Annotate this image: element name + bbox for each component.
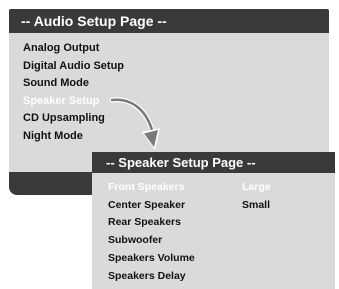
- menu-item-front-speakers[interactable]: Front Speakers: [108, 179, 242, 197]
- menu-item-speakers-volume[interactable]: Speakers Volume: [108, 250, 242, 268]
- speaker-setup-menu: Front Speakers Center Speaker Rear Speak…: [92, 173, 335, 289]
- menu-item-digital-audio-setup[interactable]: Digital Audio Setup: [23, 58, 329, 76]
- speaker-setup-page: -- Speaker Setup Page -- Front Speakers …: [92, 152, 335, 289]
- menu-item-sound-mode[interactable]: Sound Mode: [23, 75, 329, 93]
- speaker-setup-items: Front Speakers Center Speaker Rear Speak…: [108, 179, 242, 289]
- menu-item-subwoofer[interactable]: Subwoofer: [108, 232, 242, 250]
- menu-item-cd-upsampling[interactable]: CD Upsampling: [23, 110, 329, 128]
- menu-item-speaker-setup[interactable]: Speaker Setup: [23, 93, 329, 111]
- audio-setup-title: -- Audio Setup Page --: [9, 9, 329, 33]
- menu-item-rear-speakers[interactable]: Rear Speakers: [108, 214, 242, 232]
- menu-item-analog-output[interactable]: Analog Output: [23, 40, 329, 58]
- menu-item-center-speaker[interactable]: Center Speaker: [108, 197, 242, 215]
- speaker-setup-title: -- Speaker Setup Page --: [92, 152, 335, 173]
- menu-item-night-mode[interactable]: Night Mode: [23, 128, 329, 146]
- option-large[interactable]: Large: [242, 179, 335, 197]
- option-small[interactable]: Small: [242, 197, 335, 215]
- curved-arrow-icon: [109, 97, 160, 150]
- menu-item-speakers-delay[interactable]: Speakers Delay: [108, 268, 242, 286]
- speaker-setup-options: Large Small: [242, 179, 335, 289]
